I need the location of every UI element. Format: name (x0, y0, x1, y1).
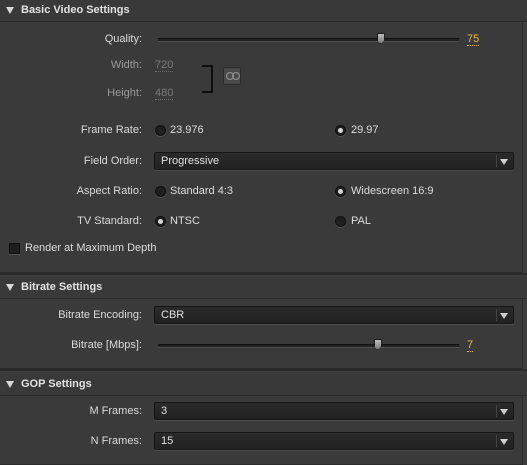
n-frames-value: 15 (161, 435, 174, 447)
frame-rate-option-2997[interactable]: 29.97 (351, 124, 379, 136)
tv-standard-label: TV Standard: (77, 215, 142, 227)
bitrate-settings-header[interactable]: Bitrate Settings (0, 277, 527, 299)
constrain-proportions-button[interactable] (223, 67, 241, 85)
bitrate-encoding-dropdown[interactable]: CBR (154, 306, 514, 324)
dropdown-arrow-icon (500, 409, 508, 415)
frame-rate-label: Frame Rate: (80, 124, 142, 136)
section-divider (0, 369, 527, 371)
frame-rate-option-23976[interactable]: 23.976 (170, 124, 204, 136)
quality-slider-track[interactable] (158, 38, 459, 42)
height-label: Height: (107, 87, 142, 99)
bitrate-value[interactable]: 7 (467, 339, 474, 352)
quality-label: Quality: (104, 33, 142, 45)
quality-value[interactable]: 75 (467, 33, 480, 46)
aspect-radio-standard[interactable] (155, 186, 166, 197)
dropdown-arrow-icon (500, 313, 508, 319)
render-max-depth-checkbox[interactable] (9, 243, 20, 254)
aspect-radio-widescreen[interactable] (335, 186, 346, 197)
dropdown-divider (496, 155, 497, 167)
m-frames-label: M Frames: (89, 405, 142, 417)
chain-link-icon (226, 72, 240, 80)
aspect-option-widescreen[interactable]: Widescreen 16:9 (351, 185, 434, 197)
section-title: Bitrate Settings (21, 281, 103, 293)
aspect-option-standard[interactable]: Standard 4:3 (170, 185, 233, 197)
bitrate-encoding-label: Bitrate Encoding: (58, 309, 142, 321)
quality-slider-thumb[interactable] (376, 33, 385, 44)
field-order-label: Field Order: (83, 155, 142, 167)
n-frames-dropdown[interactable]: 15 (154, 432, 514, 450)
field-order-dropdown[interactable]: Progressive (154, 152, 514, 170)
dropdown-divider (496, 435, 497, 447)
gop-settings-header[interactable]: GOP Settings (0, 374, 527, 396)
frame-rate-radio-2997[interactable] (335, 125, 346, 136)
bitrate-encoding-value: CBR (161, 309, 185, 321)
tv-option-ntsc[interactable]: NTSC (170, 215, 200, 227)
tv-option-pal[interactable]: PAL (351, 215, 371, 227)
frame-rate-radio-23976[interactable] (155, 125, 166, 136)
bitrate-slider-track[interactable] (158, 344, 459, 348)
disclosure-triangle-icon[interactable] (6, 7, 14, 14)
tv-radio-ntsc[interactable] (155, 216, 166, 227)
dropdown-divider (496, 309, 497, 321)
tv-radio-pal[interactable] (335, 216, 346, 227)
dropdown-arrow-icon (500, 439, 508, 445)
render-max-depth-label[interactable]: Render at Maximum Depth (25, 242, 156, 254)
basic-video-settings-panel: Quality: 75 Width: 720 Height: 480 (0, 22, 523, 273)
section-title: GOP Settings (21, 378, 92, 390)
aspect-ratio-label: Aspect Ratio: (76, 185, 142, 197)
width-label: Width: (110, 59, 142, 71)
dropdown-divider (496, 405, 497, 417)
n-frames-label: N Frames: (90, 435, 142, 447)
section-title: Basic Video Settings (21, 4, 130, 16)
basic-video-settings-header[interactable]: Basic Video Settings (0, 0, 527, 22)
height-value: 480 (155, 87, 174, 100)
m-frames-dropdown[interactable]: 3 (154, 402, 514, 420)
dimension-link-bracket (202, 65, 213, 93)
width-value: 720 (155, 59, 174, 72)
bitrate-label: Bitrate [Mbps]: (71, 339, 142, 351)
disclosure-triangle-icon[interactable] (6, 284, 14, 291)
dropdown-arrow-icon (500, 159, 508, 165)
field-order-value: Progressive (161, 155, 220, 167)
m-frames-value: 3 (161, 405, 168, 417)
disclosure-triangle-icon[interactable] (6, 381, 14, 388)
section-divider (0, 273, 527, 275)
